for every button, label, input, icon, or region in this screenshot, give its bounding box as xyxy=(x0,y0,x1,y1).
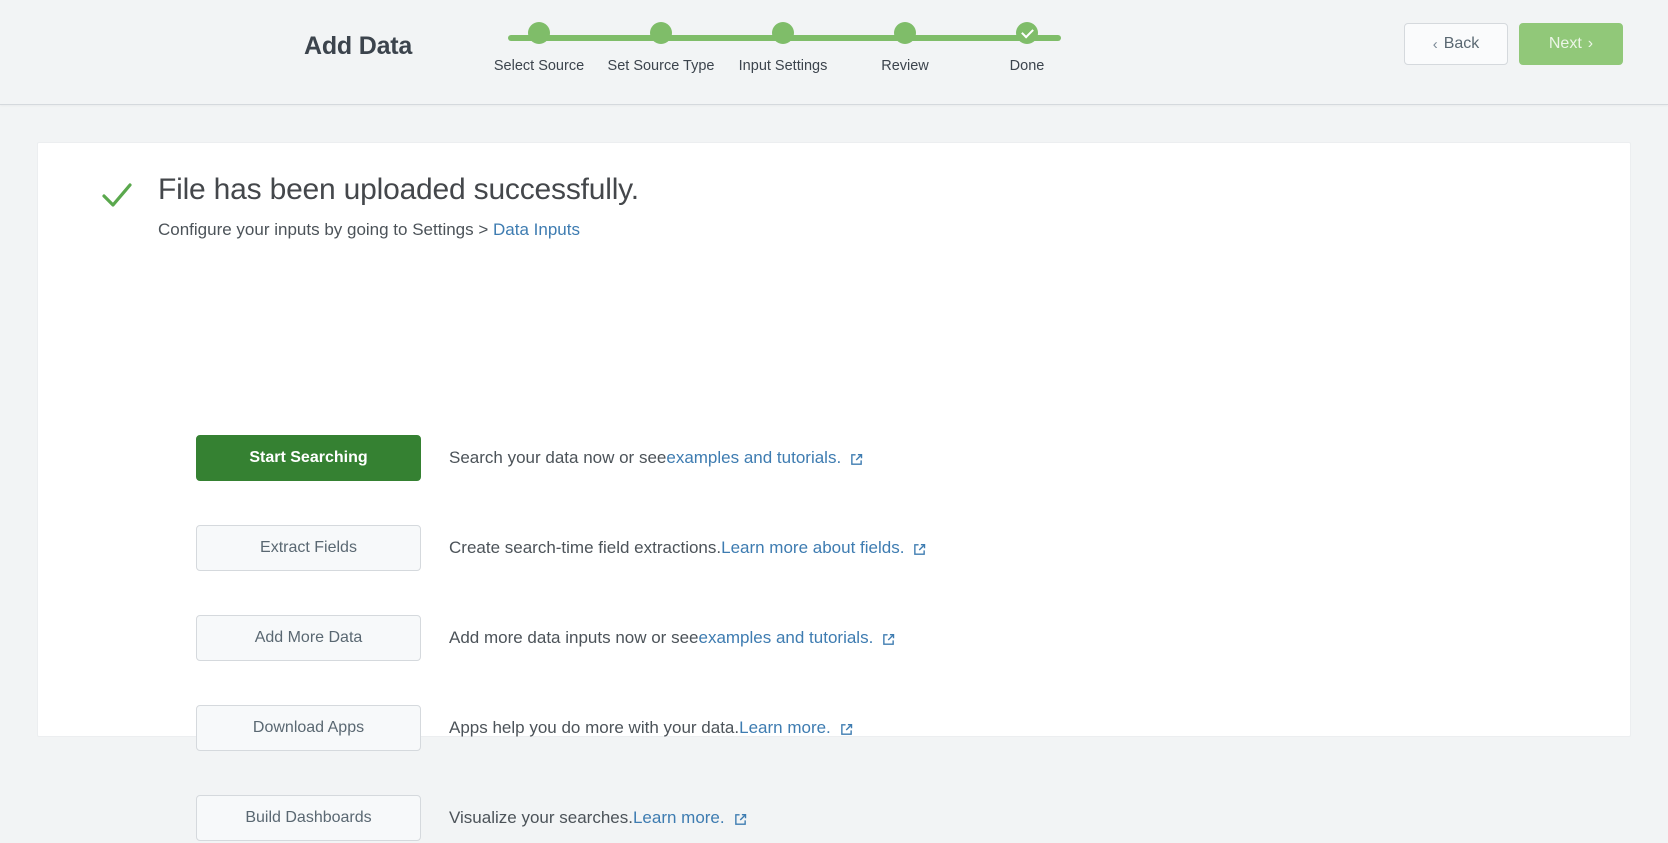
action-description-text: Visualize your searches. xyxy=(449,808,633,827)
action-description: Visualize your searches. Learn more. xyxy=(449,808,747,828)
external-link-icon[interactable] xyxy=(850,453,863,466)
action-description-text: Create search-time field extractions. xyxy=(449,538,722,557)
page-title: Add Data xyxy=(304,32,413,60)
action-description: Search your data now or see examples and… xyxy=(449,448,863,468)
wizard-steps: Select Source Set Source Type Input Sett… xyxy=(478,22,1088,74)
action-description: Create search-time field extractions. Le… xyxy=(449,538,926,558)
wizard-progress: Select Source Set Source Type Input Sett… xyxy=(478,22,1088,92)
action-list: Start Searching Search your data now or … xyxy=(196,433,926,843)
build-dashboards-button[interactable]: Build Dashboards xyxy=(196,795,421,841)
next-button-label: Next xyxy=(1548,35,1582,52)
action-row: Build Dashboards Visualize your searches… xyxy=(196,793,926,843)
action-description: Add more data inputs now or see examples… xyxy=(449,628,895,648)
step-dot-icon xyxy=(650,22,672,44)
add-more-data-button[interactable]: Add More Data xyxy=(196,615,421,661)
data-inputs-link[interactable]: Data Inputs xyxy=(493,220,580,239)
chevron-right-icon: › xyxy=(1587,35,1594,52)
wizard-step-set-source-type[interactable]: Set Source Type xyxy=(600,22,722,74)
wizard-step-label: Select Source xyxy=(493,58,585,74)
next-button[interactable]: Next › xyxy=(1519,23,1623,65)
examples-and-tutorials-link[interactable]: examples and tutorials. xyxy=(666,448,841,468)
external-link-icon[interactable] xyxy=(882,633,895,646)
success-subtitle: Configure your inputs by going to Settin… xyxy=(158,220,639,240)
wizard-step-done[interactable]: Done xyxy=(966,22,1088,74)
action-row: Download Apps Apps help you do more with… xyxy=(196,703,926,753)
success-title: File has been uploaded successfully. xyxy=(158,173,639,206)
wizard-step-label: Done xyxy=(1009,58,1045,74)
external-link-icon[interactable] xyxy=(734,813,747,826)
wizard-step-label: Review xyxy=(881,58,929,74)
action-row: Start Searching Search your data now or … xyxy=(196,433,926,483)
action-description-text: Search your data now or see xyxy=(449,448,667,467)
start-searching-button[interactable]: Start Searching xyxy=(196,435,421,481)
action-description-text: Apps help you do more with your data. xyxy=(449,718,740,737)
learn-more-link[interactable]: Learn more. xyxy=(633,808,725,828)
content-card: File has been uploaded successfully. Con… xyxy=(37,142,1631,841)
action-description-text: Add more data inputs now or see xyxy=(449,628,699,647)
download-apps-button[interactable]: Download Apps xyxy=(196,705,421,751)
step-check-icon xyxy=(1016,22,1038,44)
step-dot-icon xyxy=(894,22,916,44)
back-button-label: Back xyxy=(1443,35,1480,52)
learn-more-about-fields-link[interactable]: Learn more about fields. xyxy=(721,538,904,558)
extract-fields-button[interactable]: Extract Fields xyxy=(196,525,421,571)
wizard-step-review[interactable]: Review xyxy=(844,22,966,74)
success-subtitle-text: Configure your inputs by going to Settin… xyxy=(158,220,494,239)
back-button[interactable]: ‹ Back xyxy=(1404,23,1508,65)
step-dot-icon xyxy=(772,22,794,44)
action-row: Extract Fields Create search-time field … xyxy=(196,523,926,573)
wizard-step-input-settings[interactable]: Input Settings xyxy=(722,22,844,74)
external-link-icon[interactable] xyxy=(840,723,853,736)
external-link-icon[interactable] xyxy=(913,543,926,556)
check-icon xyxy=(102,183,132,207)
wizard-nav-buttons: ‹ Back Next › xyxy=(1404,23,1623,65)
chevron-left-icon: ‹ xyxy=(1432,35,1438,53)
wizard-step-label: Set Source Type xyxy=(607,58,715,74)
learn-more-link[interactable]: Learn more. xyxy=(739,718,831,738)
action-row: Add More Data Add more data inputs now o… xyxy=(196,613,926,663)
wizard-step-label: Input Settings xyxy=(738,58,828,74)
step-dot-icon xyxy=(528,22,550,44)
action-description: Apps help you do more with your data. Le… xyxy=(449,718,853,738)
wizard-step-select-source[interactable]: Select Source xyxy=(478,22,600,74)
examples-and-tutorials-link[interactable]: examples and tutorials. xyxy=(698,628,873,648)
wizard-header: Add Data Select Source Set Source Type I… xyxy=(0,0,1668,105)
success-banner: File has been uploaded successfully. Con… xyxy=(100,171,639,240)
